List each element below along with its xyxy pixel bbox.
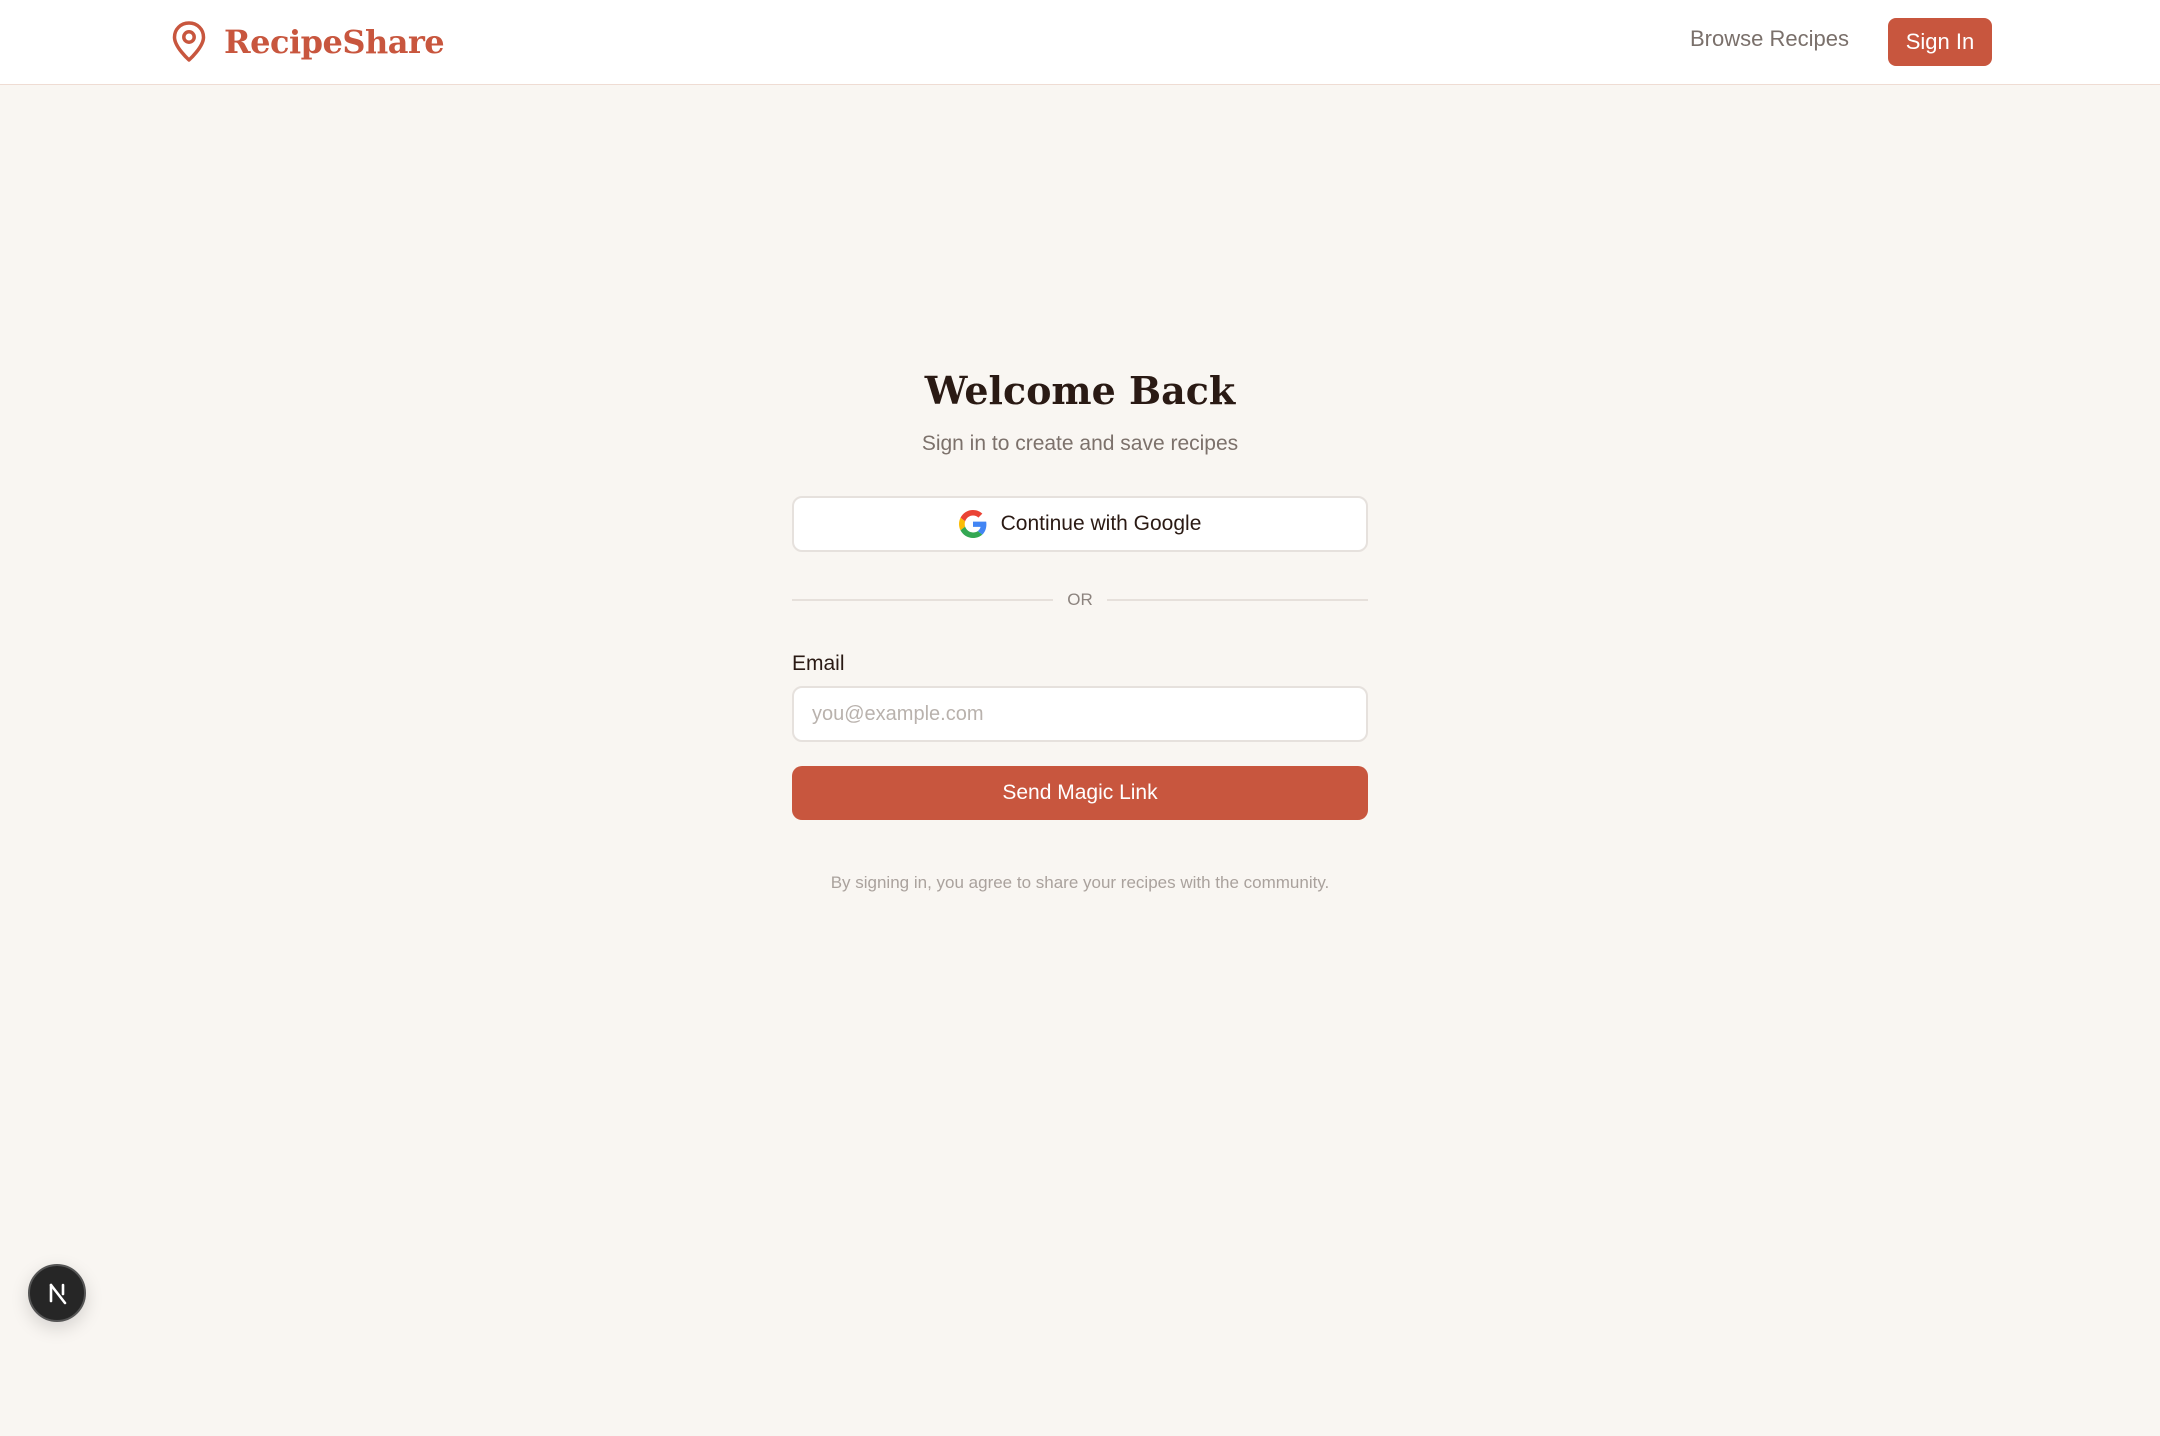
continue-with-google-button[interactable]: Continue with Google [792, 496, 1368, 552]
nextjs-icon [49, 1283, 67, 1305]
browse-recipes-link[interactable]: Browse Recipes [1690, 26, 1849, 52]
terms-footnote: By signing in, you agree to share your r… [830, 873, 1330, 892]
divider-line-right [1106, 599, 1368, 601]
email-input[interactable] [792, 686, 1368, 742]
divider-text: OR [1067, 590, 1093, 609]
brand-logo-link[interactable]: RecipeShare [170, 18, 445, 66]
page-title: Welcome Back [924, 368, 1236, 413]
page-subtitle: Sign in to create and save recipes [921, 432, 1239, 455]
sign-in-button[interactable]: Sign In [1888, 18, 1992, 66]
google-button-label: Continue with Google [1000, 512, 1202, 535]
google-icon [958, 510, 987, 538]
brand-name: RecipeShare [224, 23, 445, 61]
top-navbar: RecipeShare Browse Recipes Sign In [0, 0, 2160, 85]
map-pin-icon [170, 20, 208, 64]
divider-line-left [792, 599, 1054, 601]
send-magic-link-button[interactable]: Send Magic Link [792, 766, 1368, 820]
email-label: Email [792, 652, 845, 675]
nextjs-dev-badge[interactable] [28, 1264, 86, 1322]
or-divider: OR [792, 588, 1368, 612]
